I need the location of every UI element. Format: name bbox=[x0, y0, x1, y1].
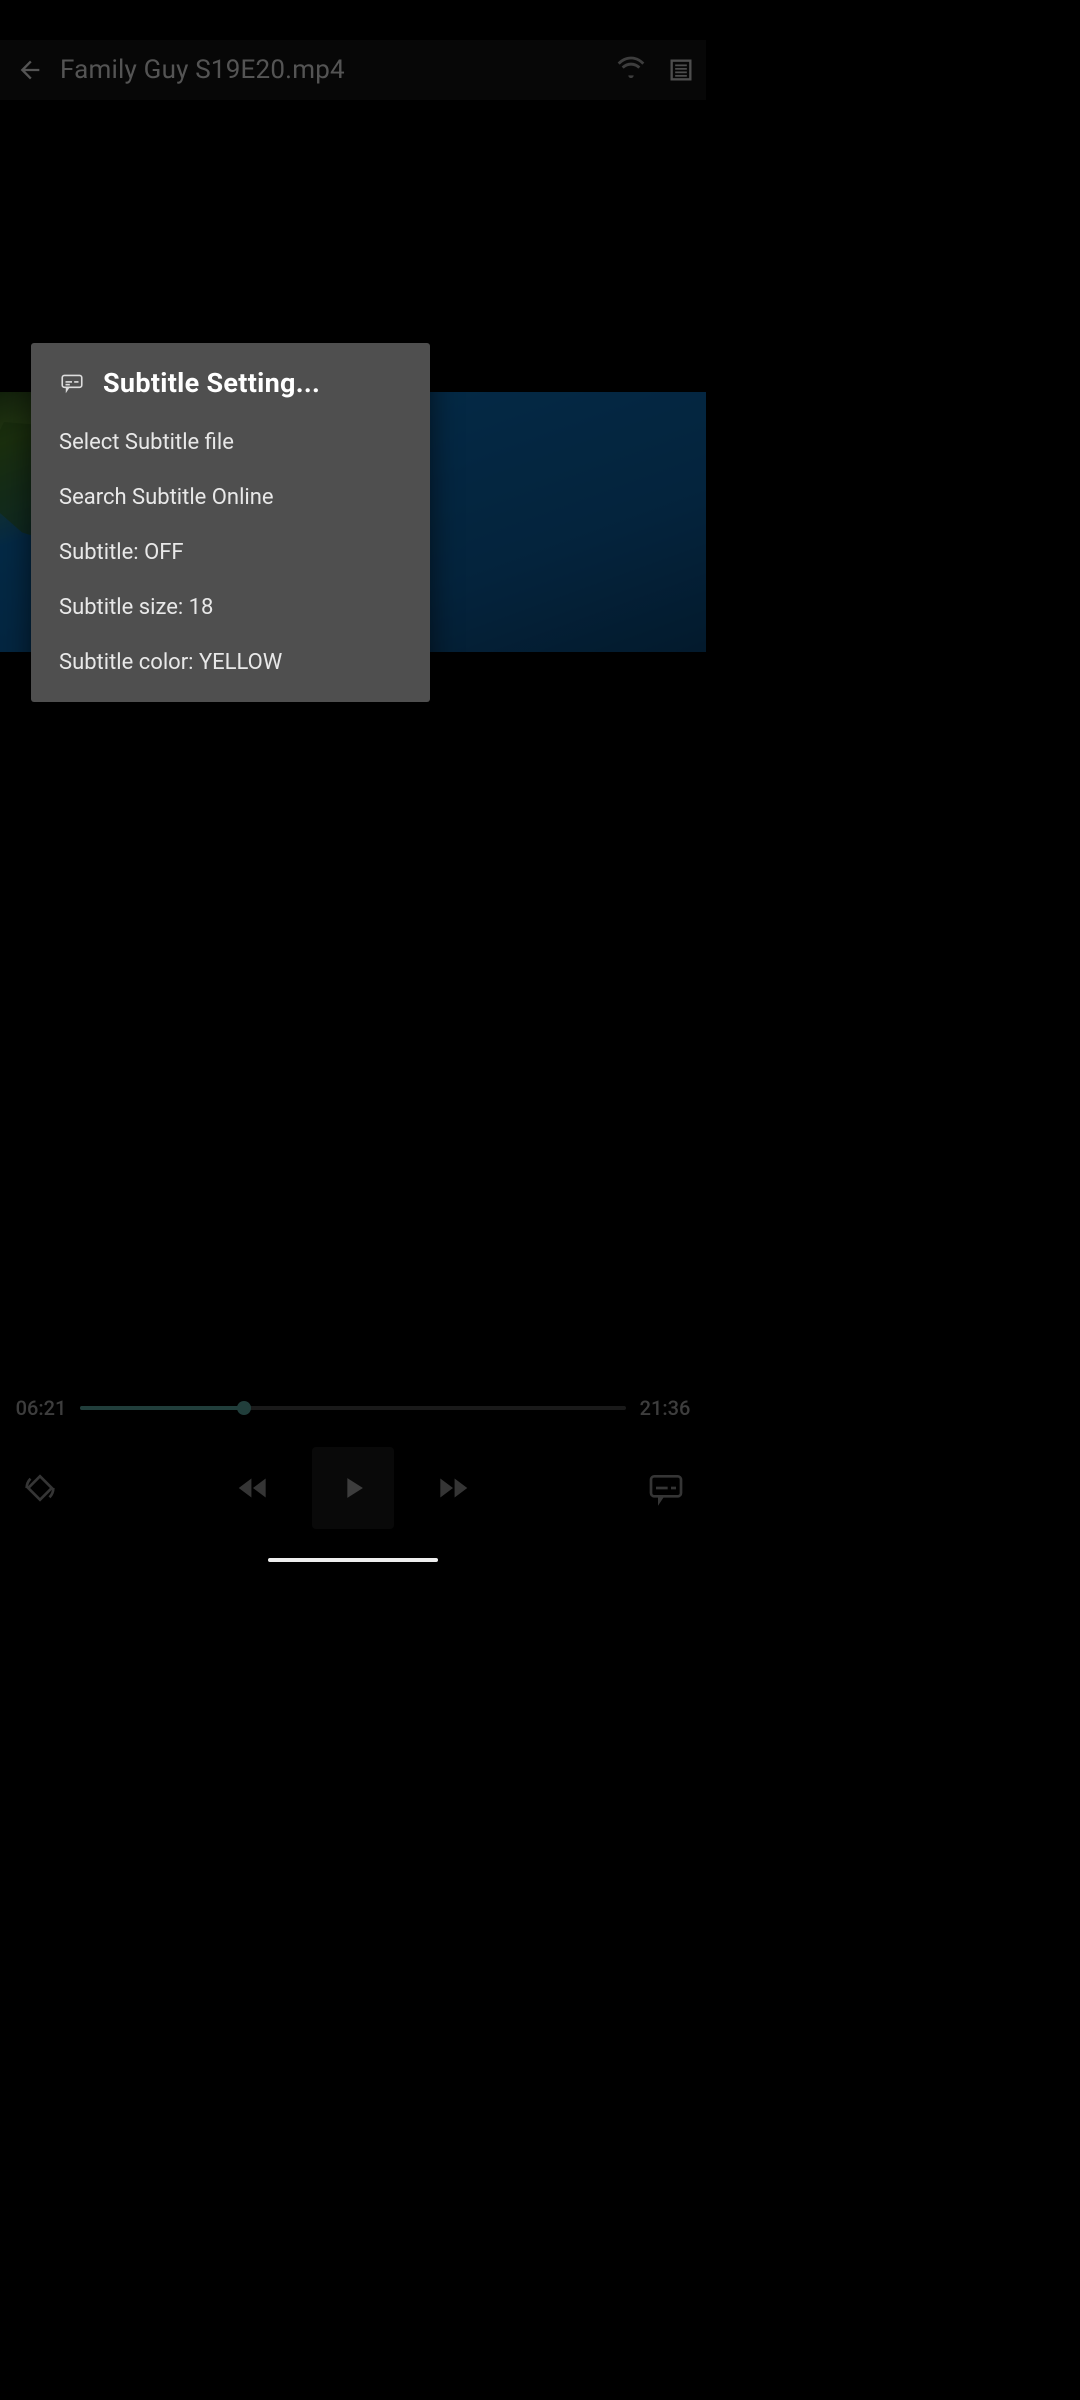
top-bar: Family Guy S19E20.mp4 bbox=[0, 40, 706, 100]
home-indicator[interactable] bbox=[268, 1558, 438, 1562]
video-title: Family Guy S19E20.mp4 bbox=[60, 55, 345, 85]
seek-thumb[interactable] bbox=[237, 1401, 251, 1415]
modal-backdrop[interactable] bbox=[0, 0, 706, 1568]
rewind-icon bbox=[234, 1469, 272, 1507]
total-time: 21:36 bbox=[638, 1396, 692, 1420]
play-button[interactable] bbox=[312, 1447, 394, 1529]
playlist-icon bbox=[667, 56, 695, 84]
subtitle-button[interactable] bbox=[646, 1468, 686, 1508]
option-subtitle-size[interactable]: Subtitle size: 18 bbox=[31, 580, 430, 635]
option-search-subtitle-online[interactable]: Search Subtitle Online bbox=[31, 470, 430, 525]
video-player-screen: Family Guy S19E20.mp4 06:21 bbox=[0, 0, 706, 1568]
dialog-options-list: Select Subtitle file Search Subtitle Onl… bbox=[31, 411, 430, 690]
rewind-button[interactable] bbox=[234, 1469, 272, 1507]
dialog-title: Subtitle Setting... bbox=[103, 367, 320, 399]
transport-buttons bbox=[0, 1433, 706, 1543]
dialog-header: Subtitle Setting... bbox=[31, 343, 430, 411]
rotate-icon bbox=[20, 1468, 60, 1508]
subtitle-settings-dialog: Subtitle Setting... Select Subtitle file… bbox=[31, 343, 430, 702]
elapsed-time: 06:21 bbox=[14, 1396, 68, 1420]
rotate-button[interactable] bbox=[20, 1468, 60, 1508]
option-subtitle-toggle[interactable]: Subtitle: OFF bbox=[31, 525, 430, 580]
option-select-subtitle-file[interactable]: Select Subtitle file bbox=[31, 415, 430, 470]
progress-row: 06:21 21:36 bbox=[0, 1383, 706, 1433]
fast-forward-icon bbox=[434, 1469, 472, 1507]
subtitle-icon bbox=[646, 1468, 686, 1508]
wifi-icon bbox=[615, 54, 647, 86]
arrow-left-icon bbox=[16, 56, 44, 84]
cast-button[interactable] bbox=[606, 54, 656, 86]
subtitle-icon bbox=[59, 370, 85, 396]
option-subtitle-color[interactable]: Subtitle color: YELLOW bbox=[31, 635, 430, 690]
playlist-button[interactable] bbox=[656, 56, 706, 84]
back-button[interactable] bbox=[0, 56, 60, 84]
seek-bar[interactable] bbox=[80, 1406, 626, 1410]
play-icon bbox=[336, 1471, 370, 1505]
seek-fill bbox=[80, 1406, 244, 1410]
player-controls: 06:21 21:36 bbox=[0, 1383, 706, 1558]
forward-button[interactable] bbox=[434, 1469, 472, 1507]
